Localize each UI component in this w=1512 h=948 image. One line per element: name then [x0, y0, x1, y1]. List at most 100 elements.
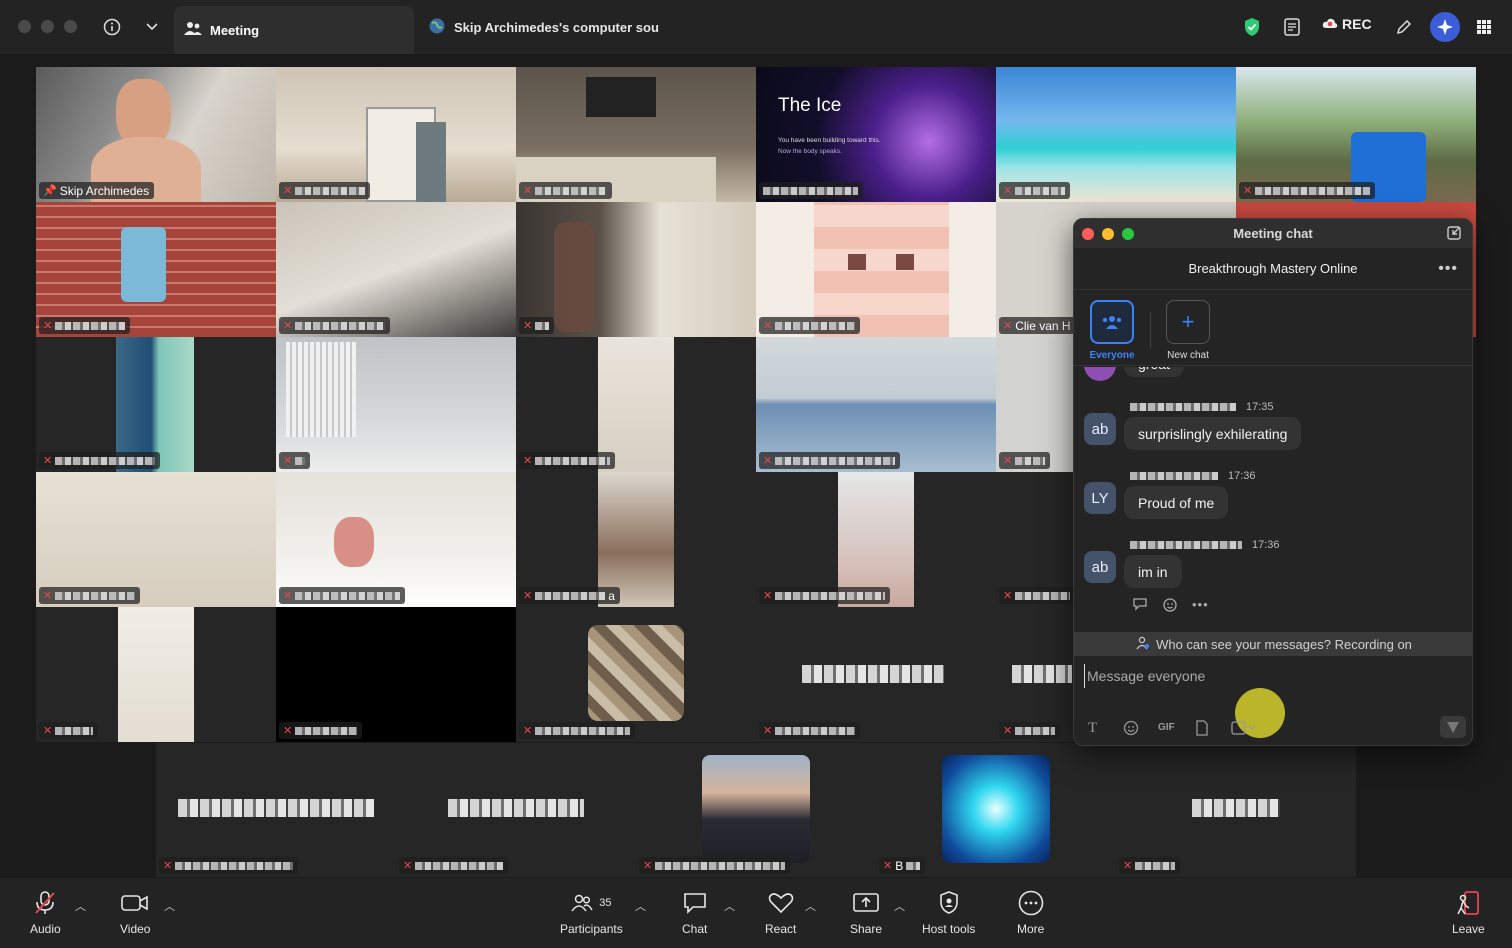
video-tile[interactable]: ✕ [516, 607, 756, 742]
shield-check-icon[interactable] [1239, 14, 1265, 40]
video-tile-slide[interactable]: The Ice You have been building toward th… [756, 67, 996, 202]
tab-meeting[interactable]: Meeting [174, 6, 414, 54]
pop-in-icon[interactable] [1446, 225, 1462, 244]
tab-screen-share[interactable]: Skip Archimedes's computer sou [428, 6, 668, 48]
meeting-chat-panel: Meeting chat Breakthrough Mastery Online… [1073, 218, 1473, 746]
list-item: LY 17:36 Proud of me [1084, 466, 1464, 526]
tab-new-chat[interactable]: + New chat [1158, 300, 1218, 361]
message-meta: 17:36 [1130, 470, 1256, 482]
chat-close-button[interactable] [1082, 228, 1094, 240]
info-icon[interactable] [99, 14, 125, 40]
window-close-button[interactable] [18, 20, 31, 33]
video-tile[interactable]: ✕ [756, 337, 996, 472]
tab-everyone[interactable]: Everyone [1082, 300, 1142, 361]
video-tile[interactable]: ✕ [156, 743, 396, 877]
react-options-chevron-icon[interactable]: ︿ [805, 898, 816, 914]
video-tile[interactable]: ✕ [516, 337, 756, 472]
video-tile[interactable]: ✕ [996, 67, 1236, 202]
format-text-icon[interactable]: T [1088, 720, 1097, 737]
heart-icon [768, 890, 794, 916]
host-tools-button[interactable]: Host tools [922, 890, 975, 936]
message-bubble: im in [1124, 555, 1182, 588]
video-tile[interactable]: ✕ [756, 472, 996, 607]
mic-off-icon: ✕ [283, 725, 293, 737]
message-meta: 17:36 [1130, 539, 1280, 551]
chat-button[interactable]: Chat [682, 890, 707, 936]
video-button[interactable]: Video [120, 890, 150, 936]
participant-name: ✕ [759, 722, 861, 739]
video-tile[interactable]: ✕ a [516, 472, 756, 607]
participants-button[interactable]: 35 Participants [560, 890, 623, 936]
pen-icon[interactable] [1391, 14, 1417, 40]
mic-off-icon: ✕ [43, 590, 53, 602]
apps-grid-icon[interactable] [1471, 14, 1497, 40]
message-input[interactable] [1084, 664, 1384, 688]
video-tile[interactable]: ✕ [276, 607, 516, 742]
video-tile[interactable]: ✕ [276, 67, 516, 202]
video-tile[interactable]: ✕ [396, 743, 636, 877]
participant-name: ✕ [1119, 857, 1181, 874]
gif-button[interactable]: GIF [1158, 722, 1175, 733]
screenshot-icon[interactable] [1231, 720, 1257, 739]
window-maximize-button[interactable] [64, 20, 77, 33]
video-tile[interactable]: ✕ [1236, 67, 1476, 202]
mic-off-icon: ✕ [43, 725, 53, 737]
add-reaction-icon[interactable] [1162, 597, 1178, 616]
slide-text-2: Now the body speaks. [778, 148, 842, 155]
video-options-chevron-icon[interactable]: ︿ [164, 898, 175, 914]
video-tile[interactable]: ✕ [756, 607, 996, 742]
video-tile[interactable]: ✕ B [876, 743, 1116, 877]
chat-maximize-button[interactable] [1122, 228, 1134, 240]
share-button[interactable]: Share [850, 890, 882, 936]
audio-button[interactable]: Audio [30, 890, 61, 936]
react-button[interactable]: React [765, 890, 796, 936]
window-minimize-button[interactable] [41, 20, 54, 33]
participant-name: ✕ [639, 857, 791, 874]
chat-minimize-button[interactable] [1102, 228, 1114, 240]
video-tile[interactable]: ✕ [636, 743, 876, 877]
video-tile[interactable]: ✕ [36, 607, 276, 742]
reply-icon[interactable] [1132, 597, 1148, 616]
emoji-icon[interactable] [1123, 720, 1139, 739]
video-tile[interactable]: ✕ [276, 472, 516, 607]
video-tile[interactable]: ✕ [36, 337, 276, 472]
ai-companion-icon[interactable] [1430, 12, 1460, 42]
participant-name: ✕ [1239, 182, 1376, 199]
participants-label: Participants [560, 922, 623, 936]
more-options-icon[interactable]: ••• [1438, 260, 1458, 278]
video-tile[interactable]: ✕ [1116, 743, 1356, 877]
notes-icon[interactable] [1279, 14, 1305, 40]
video-tile-host[interactable]: 📌 Skip Archimedes [36, 67, 276, 202]
participants-options-chevron-icon[interactable]: ︿ [635, 898, 646, 914]
chat-options-chevron-icon[interactable]: ︿ [724, 898, 735, 914]
more-actions-icon[interactable]: ••• [1192, 597, 1209, 616]
participant-name: ✕ [39, 452, 161, 469]
share-options-chevron-icon[interactable]: ︿ [894, 898, 905, 914]
notice-text: Who can see your messages? Recording on [1156, 636, 1412, 652]
participant-name: ✕ [999, 452, 1051, 469]
participant-name: ✕ [279, 587, 406, 604]
video-tile[interactable]: ✕ [756, 202, 996, 337]
mic-off-icon: ✕ [763, 725, 773, 737]
leave-label: Leave [1452, 922, 1485, 936]
pin-icon: 📌 [43, 185, 57, 197]
tab-everyone-label: Everyone [1089, 350, 1135, 361]
host-tools-label: Host tools [922, 922, 976, 936]
video-tile[interactable]: ✕ [36, 202, 276, 337]
tab-meeting-label: Meeting [210, 22, 260, 38]
more-button[interactable]: More [1017, 890, 1044, 936]
video-tile[interactable]: ✕ [276, 202, 516, 337]
chevron-down-icon[interactable] [139, 14, 165, 40]
video-tile[interactable]: ✕ [516, 202, 756, 337]
send-button[interactable] [1440, 716, 1466, 738]
video-tile[interactable]: ✕ [36, 472, 276, 607]
mic-off-icon: ✕ [1003, 725, 1013, 737]
file-icon[interactable] [1195, 720, 1209, 739]
share-label: Share [850, 922, 883, 936]
video-tile[interactable]: ✕ [276, 337, 516, 472]
recording-notice[interactable]: Who can see your messages? Recording on [1074, 632, 1472, 656]
video-tile[interactable]: ✕ [516, 67, 756, 202]
leave-button[interactable]: Leave [1452, 890, 1485, 936]
audio-options-chevron-icon[interactable]: ︿ [75, 898, 86, 914]
recording-indicator[interactable]: REC [1322, 16, 1372, 32]
